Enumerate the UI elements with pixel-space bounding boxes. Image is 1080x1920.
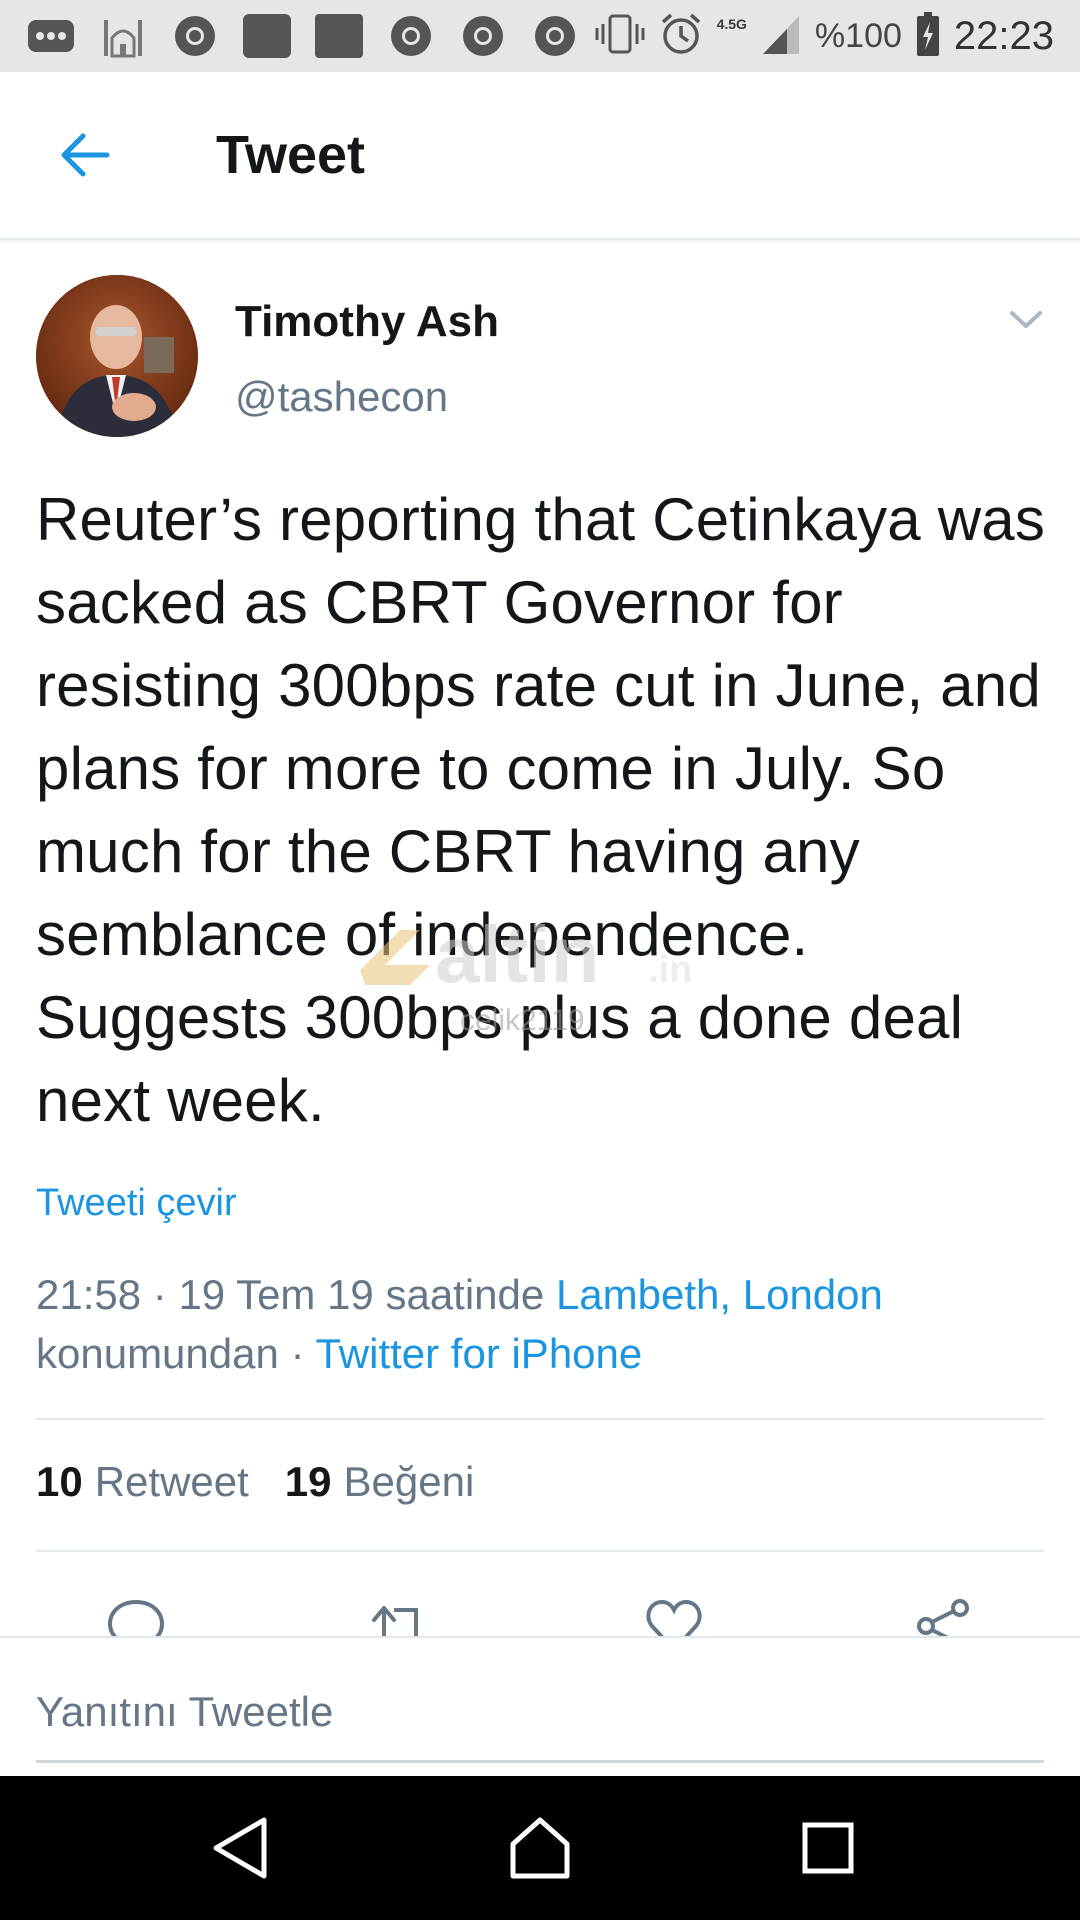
chrome-icon-3 (458, 14, 508, 58)
message-notification-icon (26, 14, 76, 58)
avatar[interactable] (36, 275, 198, 437)
mosque-notification-icon (98, 14, 148, 58)
page-title: Tweet (216, 125, 366, 185)
tweet-meta: 21:58 · 19 Tem 19 saatinde Lambeth, Lond… (36, 1271, 883, 1377)
retweet-label: Retweet (94, 1458, 249, 1505)
author-name[interactable]: Timothy Ash (235, 297, 499, 347)
like-count: 19 (284, 1458, 332, 1505)
tweet-stats: 10 Retweet 19 Beğeni (36, 1458, 474, 1506)
tweet-date: 19 Tem 19 saatinde (178, 1271, 545, 1318)
vibrate-icon (595, 12, 645, 61)
author-handle[interactable]: @tashecon (235, 373, 448, 421)
tweet-time: 21:58 (36, 1271, 142, 1318)
status-bar: 4.5G %100 22:23 (0, 0, 1080, 72)
alarm-icon (659, 12, 703, 61)
likes-stat[interactable]: 19 Beğeni (285, 1458, 475, 1506)
chrome-icon (170, 14, 220, 58)
tweet-author: Timothy Ash @tashecon (36, 275, 1046, 445)
share-icon[interactable] (914, 1596, 974, 1636)
retweet-icon[interactable] (372, 1596, 432, 1636)
reply-input[interactable]: Yanıtını Tweetle (36, 1688, 333, 1736)
back-button[interactable] (40, 110, 130, 200)
location-link[interactable]: Lambeth, London (556, 1271, 883, 1318)
chrome-icon-4 (530, 14, 580, 58)
translate-tweet-link[interactable]: Tweeti çevir (36, 1182, 237, 1225)
top-app-bar: Tweet (0, 72, 1080, 240)
nav-back-icon[interactable] (200, 1808, 280, 1888)
arrow-left-icon (61, 133, 110, 177)
battery-charging-icon (916, 11, 940, 61)
divider (36, 1418, 1044, 1420)
app-notification-icon-2 (314, 14, 364, 58)
location-suffix: konumundan (36, 1330, 279, 1377)
divider (36, 1550, 1044, 1552)
reply-composer[interactable]: Yanıtını Tweetle (0, 1636, 1080, 1776)
retweets-stat[interactable]: 10 Retweet (36, 1458, 249, 1506)
nav-home-icon[interactable] (500, 1808, 580, 1888)
battery-percent: %100 (814, 16, 902, 55)
like-label: Beğeni (343, 1458, 475, 1505)
source-link[interactable]: Twitter for iPhone (315, 1330, 642, 1377)
system-nav-bar (0, 1776, 1080, 1920)
chevron-down-icon[interactable] (1006, 305, 1046, 335)
app-notification-icon (242, 14, 292, 58)
reply-icon[interactable] (106, 1596, 166, 1636)
network-type: 4.5G (716, 16, 747, 32)
tweet-text: Reuter’s reporting that Cetinkaya was sa… (36, 486, 1046, 1134)
retweet-count: 10 (36, 1458, 83, 1505)
reply-input-underline (36, 1760, 1044, 1763)
like-icon[interactable] (644, 1596, 704, 1636)
tweet-actions (0, 1588, 1080, 1636)
signal-icon (761, 12, 801, 61)
nav-recents-icon[interactable] (788, 1808, 868, 1888)
clock: 22:23 (953, 13, 1054, 58)
chrome-icon-2 (386, 14, 436, 58)
